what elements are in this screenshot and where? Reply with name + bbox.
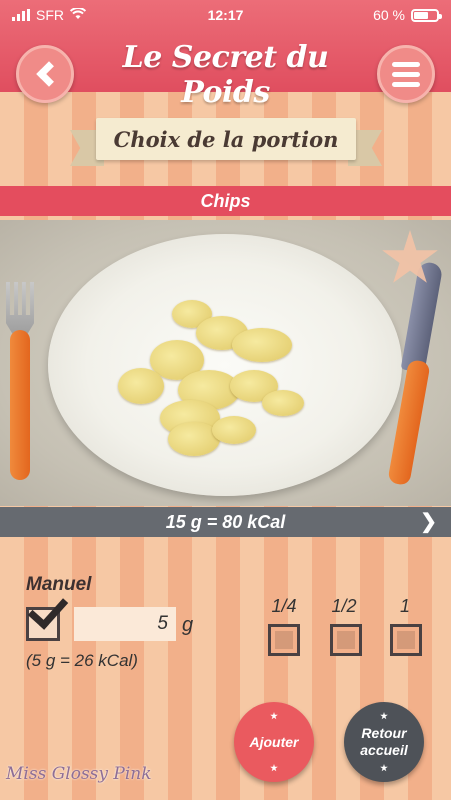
chip-shape (212, 416, 256, 444)
page-title-ribbon: Choix de la portion (96, 118, 356, 160)
home-label-line2: accueil (360, 742, 408, 758)
fraction-label-full: 1 (399, 596, 410, 616)
battery-label: 60 % (373, 7, 405, 23)
battery-icon (411, 8, 442, 22)
unit-label: g (182, 614, 194, 636)
grams-kcal-info: (5 g = 26 kCal) (26, 651, 138, 670)
portion-summary-bar[interactable]: 15 g = 80 kCal ❯ (0, 507, 451, 537)
plate (48, 234, 402, 496)
food-photo (0, 220, 451, 506)
app-title: Le Secret du Poids (122, 40, 329, 110)
fraction-checkbox-full[interactable] (390, 624, 422, 656)
chip-shape (262, 390, 304, 416)
chevron-right-icon: ❯ (420, 511, 437, 533)
back-button[interactable] (16, 45, 74, 103)
star-icon (270, 712, 278, 720)
app-header: SFR 12:17 60 % Le Secret du Poids (0, 0, 451, 110)
chip-shape (232, 328, 292, 362)
add-button-label: Ajouter (249, 733, 299, 750)
home-button-label: Retour accueil (360, 725, 407, 759)
star-icon (380, 712, 388, 720)
status-bar: SFR 12:17 60 % (0, 0, 451, 30)
portion-summary: 15 g = 80 kCal (165, 512, 286, 532)
chevron-left-icon (36, 61, 62, 87)
home-label-line1: Retour (361, 725, 407, 741)
fraction-label-quarter: 1/4 (271, 596, 297, 616)
menu-button[interactable] (377, 45, 435, 103)
fraction-label-half: 1/2 (331, 596, 357, 616)
page-title: Choix de la portion (113, 126, 339, 152)
chip-shape (118, 368, 164, 404)
star-icon (380, 764, 388, 772)
home-button[interactable]: Retour accueil (344, 702, 424, 782)
brand-logo: Miss Glossy Pink (6, 764, 152, 784)
fraction-checkbox-quarter[interactable] (268, 624, 300, 656)
star-icon (270, 764, 278, 772)
food-name-bar: Chips (0, 186, 451, 216)
grams-input[interactable] (74, 607, 176, 641)
fraction-checkbox-half[interactable] (330, 624, 362, 656)
manual-label: Manuel (26, 574, 92, 595)
add-button[interactable]: Ajouter (234, 702, 314, 782)
fork-handle (10, 330, 30, 480)
hamburger-menu-icon (392, 61, 420, 87)
